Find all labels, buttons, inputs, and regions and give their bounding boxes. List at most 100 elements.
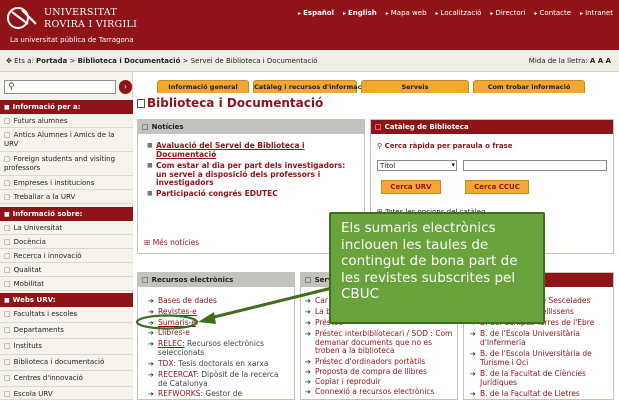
library-item[interactable]: B. de la Facultat de Ciències Jurídiques [470, 369, 612, 387]
university-tagline: La universitat pública de Tarragona [10, 36, 134, 44]
catalog-search-input[interactable] [463, 160, 607, 171]
resource-label: TDX: [158, 359, 177, 368]
service-item[interactable]: Connexió a recursos electrònics [305, 387, 455, 397]
resource-description: Gestor de [205, 389, 243, 398]
resource-recercat[interactable]: RECERCAT: Dipòsit de la recerca de Catal… [148, 370, 290, 388]
more-news-label: Més notícies [152, 238, 200, 247]
sidebar-heading-info-about: Informació sobre: [0, 207, 133, 221]
sidebar-item-escola-urv[interactable]: Escola URV [0, 387, 133, 400]
sidebar-heading-webs-urv: Webs URV: [0, 293, 133, 307]
font-size-selector: Mida de la lletra: A A A [529, 57, 611, 65]
library-item[interactable]: B. de l'Escola Universitària d'Infermeri… [470, 329, 612, 347]
font-size-label: Mida de la lletra: [528, 57, 588, 65]
service-item[interactable]: Car [305, 296, 328, 306]
page-title: Biblioteca i Documentació [147, 96, 324, 110]
search-urv-button[interactable]: Cerca URV [381, 180, 441, 194]
tab-serveis[interactable]: Serveis [361, 80, 469, 93]
sidebar-item-mobilitat[interactable]: Mobilitat [0, 277, 133, 291]
breadcrumb-section[interactable]: Biblioteca i Documentació [78, 57, 181, 65]
sidebar-item-foreign-students[interactable]: Foreign students and visiting professors [0, 152, 133, 176]
section-tabs: Informació general Catàleg i recursos d'… [137, 80, 615, 93]
resources-box-title: Recursos electrònics [138, 273, 294, 287]
more-news-link[interactable]: ⊞ Més notícies [144, 238, 199, 247]
breadcrumb-separator: > [69, 57, 76, 65]
sidebar-item-treballar[interactable]: Treballar a la URV [0, 190, 133, 204]
resource-label: Llibres-e [158, 328, 190, 337]
sidebar-item-centres-innovacio[interactable]: Centres d'innovació [0, 371, 133, 387]
resource-label: Bases de dades [158, 296, 217, 305]
left-sidebar: ⚲ › Informació per a: Futurs alumnes Ant… [0, 72, 133, 400]
resource-bases-de-dades[interactable]: Bases de dades [148, 296, 217, 306]
nav-link-mapa-web[interactable]: Mapa web [386, 9, 427, 17]
sidebar-item-biblioteca[interactable]: Biblioteca i documentació [0, 355, 133, 371]
breadcrumb-home[interactable]: Portada [36, 57, 67, 65]
nav-link-localitzacio[interactable]: Localització [436, 9, 482, 17]
breadcrumb-prefix: Ets a: [14, 57, 34, 65]
tab-cataleg-recursos[interactable]: Catàleg i recursos d'informació [253, 80, 368, 93]
breadcrumb-current: Servei de Biblioteca i Documentació [190, 57, 318, 65]
university-name-line1: UNIVERSITAT [44, 7, 118, 18]
font-size-options[interactable]: A A A [590, 57, 611, 65]
service-item[interactable]: Copiar i reproduir [305, 377, 455, 387]
search-field-select[interactable]: Títol ▾ [377, 160, 457, 171]
sidebar-item-antics-alumnes[interactable]: Antics Alumnes i Amics de la URV [0, 128, 133, 152]
document-icon [137, 99, 145, 108]
sidebar-item-qualitat[interactable]: Qualitat [0, 263, 133, 277]
search-ccuc-button[interactable]: Cerca CCUC [465, 180, 529, 194]
tooltip-callout: Els sumaris electrònics inclouen les tau… [329, 212, 545, 324]
search-go-button[interactable]: › [119, 80, 132, 94]
service-item[interactable]: Préstec d'ordinadors portàtils [305, 357, 455, 367]
search-icon: ⚲ [8, 82, 15, 92]
news-item[interactable]: Avaluació del Servei de Biblioteca i Doc… [147, 141, 352, 159]
library-item[interactable]: B. de l'Escola Universitària de Turisme … [470, 349, 612, 367]
sidebar-item-empreses[interactable]: Empreses i institucions [0, 176, 133, 190]
sidebar-item-docencia[interactable]: Docència [0, 235, 133, 249]
service-item[interactable]: Proposta de compra de llibres [305, 367, 455, 377]
chevron-down-icon: ▾ [451, 161, 455, 169]
service-item[interactable]: Préstec interbibliotecari / SOD : Com de… [305, 329, 455, 356]
resource-revistes-e[interactable]: Revistes-e [148, 307, 197, 317]
nav-link-directori[interactable]: Directori [490, 9, 525, 17]
nav-link-english[interactable]: English [343, 9, 377, 17]
plus-box-icon: ⊞ [144, 238, 151, 247]
sidebar-item-la-universitat[interactable]: La Universitat [0, 221, 133, 235]
sidebar-item-facultats[interactable]: Facultats i escoles [0, 307, 133, 323]
sidebar-item-instituts[interactable]: Instituts [0, 339, 133, 355]
search-icon: ⚲ [377, 142, 383, 150]
library-item[interactable]: B. de la Facultat de Lletres [470, 389, 612, 399]
resource-relec[interactable]: RELEC: Recursos electrònics seleccionats [148, 339, 290, 357]
resource-label: REFWORKS: [158, 389, 203, 398]
resource-description: Tesis doctorals en xarxa [178, 359, 269, 368]
resource-label: Revistes-e [158, 307, 197, 316]
search-input[interactable]: ⚲ [4, 80, 116, 94]
resource-llibres-e[interactable]: Llibres-e [148, 328, 190, 338]
resource-refworks[interactable]: REFWORKS: Gestor de [148, 389, 290, 399]
urv-logo-icon[interactable] [6, 6, 40, 30]
university-name-line2: ROVIRA I VIRGILI [44, 19, 138, 30]
sidebar-heading-info-for: Informació per a: [0, 100, 133, 114]
search-field-value: Títol [380, 162, 396, 170]
site-header: UNIVERSITAT ROVIRA I VIRGILI La universi… [0, 0, 619, 50]
nav-link-espanol[interactable]: Español [298, 9, 334, 17]
news-item[interactable]: Participació congrés EDUTEC [147, 189, 352, 199]
resource-tdx[interactable]: TDX: Tesis doctorals en xarxa [148, 359, 290, 369]
resources-box: Recursos electrònics Bases de dades Revi… [137, 272, 295, 400]
nav-link-contacte[interactable]: Contacte [535, 9, 572, 17]
sidebar-item-futurs-alumnes[interactable]: Futurs alumnes [0, 114, 133, 128]
catalog-box-title: Catàleg de Biblioteca [371, 120, 613, 134]
tab-informacio-general[interactable]: Informació general [157, 80, 249, 93]
location-icon: ✥ [6, 57, 12, 65]
tab-com-trobar[interactable]: Com trobar informació [473, 80, 585, 93]
breadcrumb-bar: ✥ Ets a: Portada > Biblioteca i Document… [0, 50, 619, 72]
top-navigation: Español English Mapa web Localització Di… [298, 9, 613, 17]
sidebar-item-recerca[interactable]: Recerca i innovació [0, 249, 133, 263]
news-box-title: Notícies [138, 120, 364, 134]
sidebar-item-departaments[interactable]: Departaments [0, 323, 133, 339]
nav-link-intranet[interactable]: Intranet [580, 9, 613, 17]
resource-sumaris-e[interactable]: Sumaris-e [148, 318, 196, 328]
resource-label: Sumaris-e [158, 318, 196, 327]
quick-search-text: Cerca ràpida per paraula o frase [384, 142, 513, 150]
breadcrumb: ✥ Ets a: Portada > Biblioteca i Document… [6, 57, 318, 65]
news-item[interactable]: Com estar al dia per part dels investiga… [147, 161, 352, 188]
quick-search-label: ⚲ Cerca ràpida per paraula o frase [377, 142, 512, 150]
